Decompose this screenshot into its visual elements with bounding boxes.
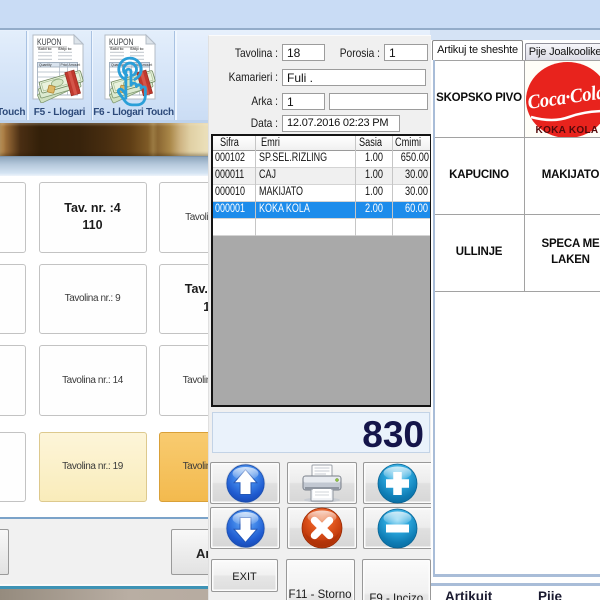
svg-text:KOKA KOLA: KOKA KOLA bbox=[536, 125, 599, 136]
